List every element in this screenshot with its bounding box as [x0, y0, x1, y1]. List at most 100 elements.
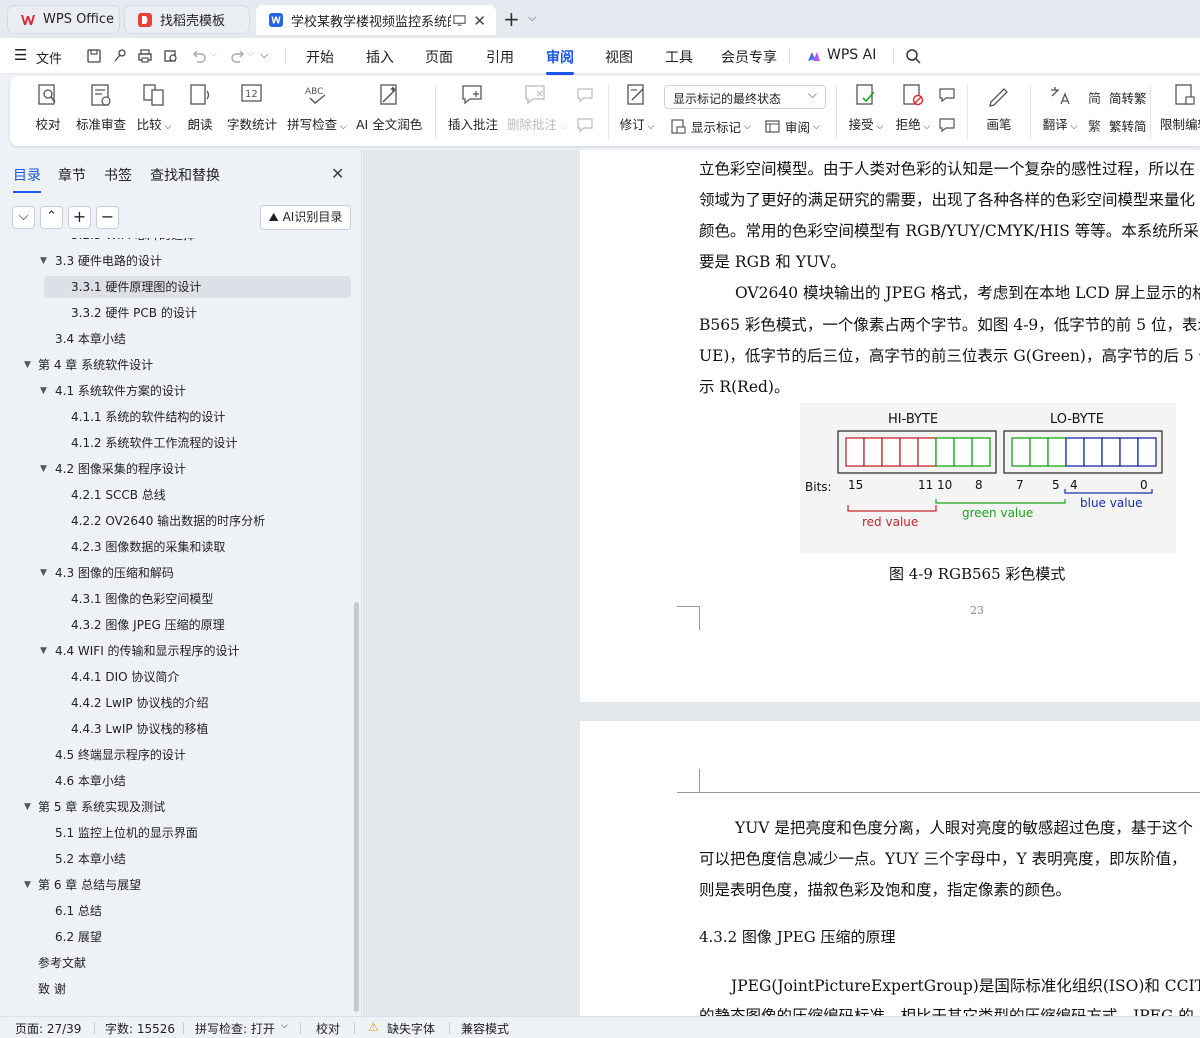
- next-comment-icon[interactable]: [576, 116, 596, 134]
- menu-member[interactable]: 会员专享: [721, 47, 777, 67]
- traditional-to-simplified-button[interactable]: 繁 繁转简: [1088, 116, 1147, 135]
- toc-item[interactable]: 4.3 图像的压缩和解码: [55, 560, 174, 586]
- collapse-arrow-icon[interactable]: ▼: [40, 560, 47, 586]
- undo-icon[interactable]: [191, 48, 207, 64]
- tab-docer-templates[interactable]: 找稻壳模板: [124, 5, 250, 34]
- toc-item[interactable]: 3.4 本章小结: [55, 326, 126, 352]
- print-preview-icon[interactable]: [163, 48, 179, 64]
- toc-item[interactable]: 4.2.2 OV2640 输出数据的时序分析: [71, 508, 265, 534]
- document-canvas[interactable]: 立色彩空间模型。由于人类对色彩的认知是一个复杂的感性过程，所以在 领域为了更好的…: [363, 150, 1200, 1016]
- spell-dropdown-icon[interactable]: ⌵: [281, 1021, 288, 1031]
- toc-item[interactable]: 4.1.2 系统软件工作流程的设计: [71, 430, 237, 456]
- previous-comment-icon[interactable]: [576, 86, 596, 104]
- toc-item[interactable]: 4.1.1 系统的软件结构的设计: [71, 404, 225, 430]
- menu-file[interactable]: 文件: [36, 48, 62, 67]
- toc-item[interactable]: 第 4 章 系统软件设计: [38, 352, 153, 378]
- delete-comment-button[interactable]: 删除批注 ⌵: [507, 82, 567, 133]
- toc-item[interactable]: 4.1 系统软件方案的设计: [55, 378, 186, 404]
- remove-heading-button[interactable]: −: [96, 206, 119, 229]
- monitor-icon[interactable]: [453, 14, 466, 27]
- menu-review[interactable]: 审阅: [546, 47, 574, 75]
- read-aloud-button[interactable]: 朗读: [185, 82, 215, 133]
- collapse-arrow-icon[interactable]: ▼: [24, 352, 31, 378]
- more-quick-icon[interactable]: ⌵: [260, 48, 268, 62]
- toc-item[interactable]: 第 5 章 系统实现及测试: [38, 794, 165, 820]
- menu-view[interactable]: 视图: [605, 47, 633, 67]
- toc-item[interactable]: 第 6 章 总结与展望: [38, 872, 141, 898]
- toc-scrollbar[interactable]: [354, 602, 359, 1012]
- save-icon[interactable]: [86, 48, 102, 64]
- toc-item[interactable]: 4.4 WIFI 的传输和显示程序的设计: [55, 638, 240, 664]
- word-count-button[interactable]: 12 字数统计: [226, 82, 278, 133]
- page-indicator[interactable]: 页面: 27/39: [15, 1020, 81, 1037]
- toc-item[interactable]: 致 谢: [38, 976, 66, 1002]
- undo-dropdown-icon[interactable]: ⌵: [210, 49, 217, 59]
- markup-mode-select[interactable]: 显示标记的最终状态: [664, 85, 826, 109]
- standard-review-button[interactable]: 标准审查: [75, 82, 127, 133]
- next-change-icon[interactable]: [938, 116, 958, 134]
- collapse-all-button[interactable]: ⌵: [12, 206, 35, 229]
- menu-tools[interactable]: 工具: [665, 47, 693, 67]
- tab-bookmarks[interactable]: 书签: [104, 165, 132, 185]
- redo-dropdown-icon[interactable]: ⌵: [247, 49, 254, 59]
- toc-item[interactable]: 4.2 图像采集的程序设计: [55, 456, 186, 482]
- pen-button[interactable]: 画笔: [984, 82, 1014, 133]
- toc-item[interactable]: 4.5 终端显示程序的设计: [55, 742, 186, 768]
- menu-wps-ai[interactable]: WPS AI: [827, 47, 876, 63]
- toc-item[interactable]: 3.2.3 WIFI 芯片的选择: [71, 238, 195, 248]
- show-markup-button[interactable]: 显示标记 ⌵: [670, 117, 751, 136]
- tab-list-chevron-icon[interactable]: ⌵: [528, 11, 536, 25]
- tab-toc[interactable]: 目录: [13, 165, 41, 193]
- toc-item[interactable]: 参考文献: [38, 950, 86, 976]
- toc-item[interactable]: 4.2.3 图像数据的采集和读取: [71, 534, 225, 560]
- toc-item[interactable]: 5.1 监控上位机的显示界面: [55, 820, 198, 846]
- toc-item[interactable]: 4.3.2 图像 JPEG 压缩的原理: [71, 612, 225, 638]
- review-pane-button[interactable]: 审阅 ⌵: [764, 117, 820, 136]
- previous-change-icon[interactable]: [938, 86, 958, 104]
- add-heading-button[interactable]: +: [68, 206, 91, 229]
- collapse-arrow-icon[interactable]: ▼: [40, 638, 47, 664]
- translate-button[interactable]: 翻译 ⌵: [1040, 82, 1080, 133]
- toc-item[interactable]: 4.3.1 图像的色彩空间模型: [71, 586, 213, 612]
- toc-item[interactable]: 3.3.1 硬件原理图的设计: [71, 274, 201, 300]
- ai-toc-button[interactable]: ⛰ AI识别目录: [260, 205, 351, 230]
- toc-item[interactable]: 4.2.1 SCCB 总线: [71, 482, 166, 508]
- tab-wps-office[interactable]: WPS Office: [7, 5, 120, 34]
- menu-references[interactable]: 引用: [486, 47, 514, 67]
- spell-check-button[interactable]: ABC 拼写检查 ⌵: [287, 82, 347, 133]
- toc-item[interactable]: 3.3.2 硬件 PCB 的设计: [71, 300, 197, 326]
- hamburger-icon[interactable]: ☰: [14, 46, 27, 64]
- toc-item[interactable]: 4.6 本章小结: [55, 768, 126, 794]
- toc-item[interactable]: 4.4.1 DIO 协议简介: [71, 664, 179, 690]
- collapse-arrow-icon[interactable]: ▼: [24, 872, 31, 898]
- toc-item[interactable]: 6.2 展望: [55, 924, 102, 950]
- track-changes-button[interactable]: 修订 ⌵: [617, 82, 657, 133]
- toc-item[interactable]: 6.1 总结: [55, 898, 102, 924]
- print-icon[interactable]: [137, 48, 153, 64]
- rgb565-figure[interactable]: HI-BYTE LO-BYTE Bits: 15 11 10 8 7 5 4 0…: [800, 403, 1176, 553]
- collapse-arrow-icon[interactable]: ▼: [24, 794, 31, 820]
- simplified-to-traditional-button[interactable]: 简 简转繁: [1088, 88, 1147, 107]
- collapse-arrow-icon[interactable]: ▼: [40, 378, 47, 404]
- compare-button[interactable]: 比较 ⌵: [134, 82, 174, 133]
- proofread-status[interactable]: 校对: [316, 1020, 340, 1037]
- menu-page[interactable]: 页面: [425, 47, 453, 67]
- share-icon[interactable]: [112, 48, 128, 64]
- toc-item[interactable]: 3.3 硬件电路的设计: [55, 248, 162, 274]
- toc-item[interactable]: 4.4.3 LwIP 协议栈的移植: [71, 716, 208, 742]
- tab-chapters[interactable]: 章节: [58, 165, 86, 185]
- collapse-arrow-icon[interactable]: ▼: [40, 456, 47, 482]
- close-pane-icon[interactable]: ✕: [331, 164, 344, 183]
- new-tab-icon[interactable]: +: [503, 7, 520, 31]
- toc-item[interactable]: 5.2 本章小结: [55, 846, 126, 872]
- menu-home[interactable]: 开始: [306, 47, 334, 67]
- spell-check-status[interactable]: 拼写检查: 打开: [195, 1020, 275, 1037]
- expand-up-button[interactable]: ⌃: [40, 206, 63, 229]
- reject-button[interactable]: 拒绝 ⌵: [893, 82, 933, 133]
- word-count[interactable]: 字数: 15526: [105, 1020, 175, 1037]
- accept-button[interactable]: 接受 ⌵: [846, 82, 886, 133]
- missing-font-status[interactable]: 缺失字体: [387, 1020, 435, 1037]
- insert-comment-button[interactable]: 插入批注: [448, 82, 498, 133]
- search-icon[interactable]: [905, 48, 921, 64]
- restrict-edit-button[interactable]: 限制编辑: [1160, 82, 1200, 133]
